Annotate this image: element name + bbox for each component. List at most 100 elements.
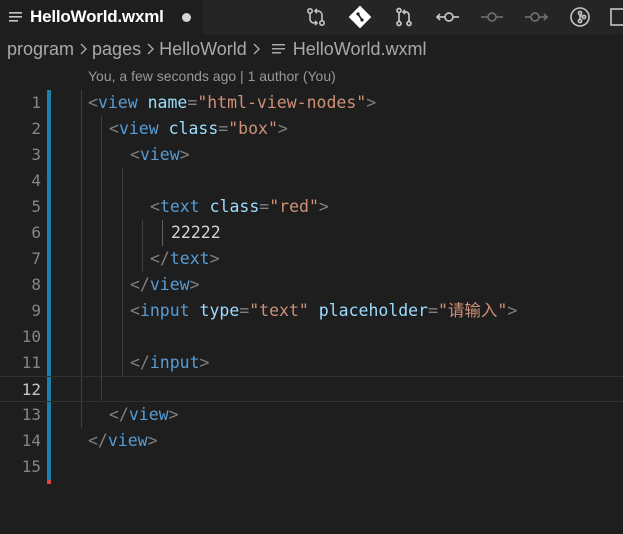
line-number: 1 xyxy=(31,93,41,112)
code-token-punc: = xyxy=(428,301,438,320)
code-line[interactable]: 3 <view> xyxy=(0,142,623,168)
code-token-punc: </ xyxy=(88,431,108,450)
code-token-punc: > xyxy=(318,197,329,216)
code-line[interactable]: 13 </view> xyxy=(0,402,623,428)
next-commit-icon[interactable] xyxy=(523,4,549,30)
code-token-punc: > xyxy=(199,353,210,372)
code-line[interactable]: 12 xyxy=(0,376,623,402)
code-text: </view> xyxy=(130,272,200,298)
code-token-attr: class xyxy=(168,119,219,138)
git-blame-codelens[interactable]: You, a few seconds ago | 1 author (You) xyxy=(88,68,336,84)
code-line[interactable]: 5 <text class="red"> xyxy=(0,194,623,220)
code-token-punc: < xyxy=(130,145,140,164)
git-branch-icon[interactable] xyxy=(347,4,373,30)
tab-bar: HelloWorld.wxml xyxy=(0,0,623,34)
code-line[interactable]: 1 <view name="html-view-nodes"> xyxy=(0,90,623,116)
open-remote-icon[interactable] xyxy=(567,4,593,30)
code-line[interactable]: 15 xyxy=(0,454,623,480)
code-token-punc: > xyxy=(507,301,518,320)
file-lines-icon xyxy=(271,40,287,58)
code-token-attr: class xyxy=(209,197,260,216)
line-number: 13 xyxy=(21,405,41,424)
line-number: 7 xyxy=(31,249,41,268)
unsaved-dot-icon[interactable] xyxy=(181,12,191,22)
breadcrumb-item-file[interactable]: HelloWorld.wxml xyxy=(293,39,427,60)
file-lines-icon xyxy=(8,10,22,24)
code-text: </input> xyxy=(130,350,209,376)
chevron-right-icon xyxy=(247,39,265,59)
code-token-punc: > xyxy=(209,249,220,268)
code-token-str: "text" xyxy=(249,301,309,320)
code-line[interactable]: 14 </view> xyxy=(0,428,623,454)
code-token-punc: > xyxy=(277,119,288,138)
code-token-attr: placeholder xyxy=(318,301,429,320)
editor-toolbar xyxy=(285,0,623,34)
code-token-punc: = xyxy=(187,93,198,112)
code-editor[interactable]: 1 <view name="html-view-nodes"> 2 <view cla… xyxy=(0,90,623,490)
code-line[interactable]: 6 22222 xyxy=(0,220,623,246)
code-line[interactable]: 7 </text> xyxy=(0,246,623,272)
breadcrumb-item-pages[interactable]: pages xyxy=(92,39,141,60)
code-token-punc: = xyxy=(239,301,250,320)
code-token-txt: 22222 xyxy=(171,223,221,242)
line-number: 6 xyxy=(31,223,41,242)
code-token-punc: > xyxy=(179,145,190,164)
tab-helloworld-wxml[interactable]: HelloWorld.wxml xyxy=(0,0,203,34)
commit-icon[interactable] xyxy=(479,4,505,30)
code-token-str: "html-view-nodes" xyxy=(197,93,367,112)
line-number: 5 xyxy=(31,197,41,216)
pull-request-icon[interactable] xyxy=(391,4,417,30)
code-token-punc: < xyxy=(88,93,98,112)
line-number: 10 xyxy=(21,327,41,346)
code-text: </text> xyxy=(150,246,220,272)
code-text: <view class="box"> xyxy=(109,116,288,142)
code-token-tag: input xyxy=(139,301,190,320)
code-token-tag: text xyxy=(169,249,210,268)
code-token-str: "box" xyxy=(228,119,278,138)
code-text: <view> xyxy=(130,142,190,168)
code-token-punc: > xyxy=(147,431,158,450)
line-number: 9 xyxy=(31,301,41,320)
tab-title: HelloWorld.wxml xyxy=(30,7,164,26)
line-number: 12 xyxy=(21,380,41,399)
code-token-punc: = xyxy=(218,119,229,138)
code-token-punc: </ xyxy=(130,353,150,372)
code-token-punc: > xyxy=(168,405,179,424)
line-number: 4 xyxy=(31,171,41,190)
code-token-tag: view xyxy=(97,93,138,112)
editor-window: HelloWorld.wxml program pages HelloWorld… xyxy=(0,0,623,534)
chevron-right-icon xyxy=(74,39,92,59)
code-token-tag: view xyxy=(118,119,159,138)
code-token-tag: input xyxy=(149,353,200,372)
previous-commit-icon[interactable] xyxy=(435,4,461,30)
code-line[interactable]: 10 xyxy=(0,324,623,350)
breadcrumb-item-helloworld[interactable]: HelloWorld xyxy=(159,39,247,60)
line-number: 8 xyxy=(31,275,41,294)
code-token-punc: > xyxy=(189,275,200,294)
split-editor-icon[interactable] xyxy=(609,4,623,30)
breadcrumb-item-program[interactable]: program xyxy=(7,39,74,60)
code-token-punc: </ xyxy=(109,405,129,424)
code-token-tag: view xyxy=(128,405,169,424)
chevron-right-icon xyxy=(141,39,159,59)
line-number: 11 xyxy=(21,353,41,372)
breadcrumb: program pages HelloWorld HelloWorld.wxml xyxy=(0,36,623,62)
code-text: 22222 xyxy=(171,220,221,246)
code-line[interactable]: 4 xyxy=(0,168,623,194)
code-line[interactable]: 8 </view> xyxy=(0,272,623,298)
code-token-punc: < xyxy=(150,197,160,216)
code-token-punc: < xyxy=(109,119,119,138)
code-line[interactable]: 9 <input type="text" placeholder="请输入"> xyxy=(0,298,623,324)
code-line[interactable]: 11 </input> xyxy=(0,350,623,376)
compare-changes-icon[interactable] xyxy=(303,4,329,30)
line-number: 15 xyxy=(21,457,41,476)
code-token-attr: name xyxy=(147,93,188,112)
code-token-punc: = xyxy=(259,197,270,216)
code-line[interactable]: 2 <view class="box"> xyxy=(0,116,623,142)
code-token-tag: view xyxy=(139,145,180,164)
code-token-str: "red" xyxy=(269,197,319,216)
line-number: 3 xyxy=(31,145,41,164)
